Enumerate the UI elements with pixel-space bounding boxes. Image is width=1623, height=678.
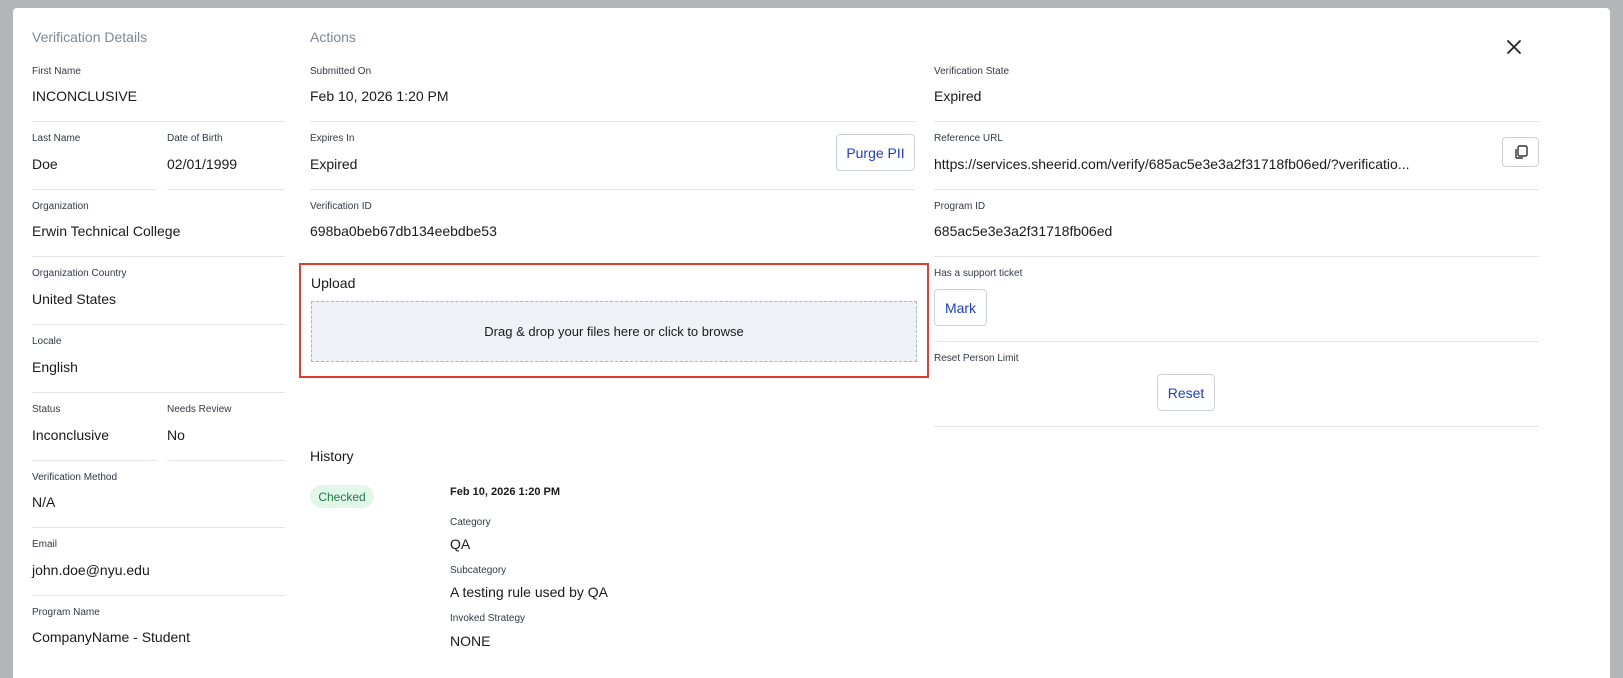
verification-state-label: Verification State bbox=[934, 66, 1010, 77]
dob-value: 02/01/1999 bbox=[167, 156, 238, 172]
organization-value: Erwin Technical College bbox=[32, 223, 181, 239]
support-ticket-label: Has a support ticket bbox=[934, 268, 1023, 279]
divider bbox=[310, 121, 915, 122]
divider bbox=[934, 256, 1539, 257]
strategy-value: NONE bbox=[450, 633, 491, 649]
copy-url-button[interactable] bbox=[1502, 137, 1539, 167]
upload-title: Upload bbox=[311, 275, 356, 291]
divider bbox=[32, 256, 285, 257]
verification-modal: Verification Details First Name INCONCLU… bbox=[13, 8, 1610, 678]
reference-url-value[interactable]: https://services.sheerid.com/verify/685a… bbox=[934, 156, 1410, 172]
verification-state-value: Expired bbox=[934, 88, 982, 104]
divider bbox=[934, 189, 1539, 190]
divider bbox=[32, 595, 285, 596]
divider bbox=[32, 392, 285, 393]
org-country-value: United States bbox=[32, 291, 117, 307]
needs-review-value: No bbox=[167, 427, 185, 443]
divider bbox=[32, 324, 285, 325]
close-button[interactable] bbox=[1503, 36, 1525, 58]
method-label: Verification Method bbox=[32, 472, 118, 483]
verification-id-label: Verification ID bbox=[310, 201, 372, 212]
reference-url-label: Reference URL bbox=[934, 133, 1003, 144]
organization-label: Organization bbox=[32, 201, 89, 212]
reset-button[interactable]: Reset bbox=[1157, 374, 1215, 411]
org-country-label: Organization Country bbox=[32, 268, 127, 279]
actions-title: Actions bbox=[310, 29, 356, 45]
first-name-label: First Name bbox=[32, 66, 81, 77]
details-title: Verification Details bbox=[32, 29, 148, 45]
program-id-label: Program ID bbox=[934, 201, 986, 212]
subcategory-value: A testing rule used by QA bbox=[450, 584, 608, 600]
program-name-value: CompanyName - Student bbox=[32, 629, 190, 645]
submitted-on-label: Submitted On bbox=[310, 66, 372, 77]
divider bbox=[934, 426, 1539, 427]
divider bbox=[934, 121, 1539, 122]
mark-button[interactable]: Mark bbox=[934, 289, 987, 326]
copy-icon bbox=[1514, 145, 1528, 159]
locale-value: English bbox=[32, 359, 78, 375]
divider bbox=[32, 527, 285, 528]
divider bbox=[310, 189, 915, 190]
first-name-value: INCONCLUSIVE bbox=[32, 88, 138, 104]
category-value: QA bbox=[450, 536, 471, 552]
category-label: Category bbox=[450, 517, 491, 528]
email-value: john.doe@nyu.edu bbox=[32, 562, 150, 578]
divider bbox=[32, 189, 156, 190]
divider bbox=[32, 460, 156, 461]
history-date: Feb 10, 2026 1:20 PM bbox=[450, 486, 561, 498]
close-icon bbox=[1507, 40, 1521, 54]
reset-limit-label: Reset Person Limit bbox=[934, 353, 1019, 364]
expires-in-label: Expires In bbox=[310, 133, 355, 144]
status-label: Status bbox=[32, 404, 61, 415]
locale-label: Locale bbox=[32, 336, 62, 347]
file-dropzone[interactable]: Drag & drop your files here or click to … bbox=[311, 301, 917, 362]
last-name-value: Doe bbox=[32, 156, 58, 172]
program-name-label: Program Name bbox=[32, 607, 100, 618]
status-badge: Checked bbox=[310, 485, 374, 508]
dob-label: Date of Birth bbox=[167, 133, 223, 144]
dropzone-text: Drag & drop your files here or click to … bbox=[484, 324, 744, 339]
expires-in-value: Expired bbox=[310, 156, 358, 172]
divider bbox=[167, 189, 285, 190]
purge-pii-button[interactable]: Purge PII bbox=[836, 134, 915, 171]
history-title: History bbox=[310, 448, 354, 464]
method-value: N/A bbox=[32, 494, 56, 510]
divider bbox=[32, 121, 285, 122]
divider bbox=[934, 341, 1539, 342]
needs-review-label: Needs Review bbox=[167, 404, 232, 415]
program-id-value: 685ac5e3e3a2f31718fb06ed bbox=[934, 223, 1113, 239]
last-name-label: Last Name bbox=[32, 133, 81, 144]
strategy-label: Invoked Strategy bbox=[450, 613, 526, 624]
email-label: Email bbox=[32, 539, 58, 550]
divider bbox=[167, 460, 285, 461]
submitted-on-value: Feb 10, 2026 1:20 PM bbox=[310, 88, 449, 104]
upload-section: Upload Drag & drop your files here or cl… bbox=[299, 263, 929, 378]
verification-id-value: 698ba0beb67db134eebdbe53 bbox=[310, 223, 497, 239]
status-value: Inconclusive bbox=[32, 427, 110, 443]
subcategory-label: Subcategory bbox=[450, 565, 507, 576]
